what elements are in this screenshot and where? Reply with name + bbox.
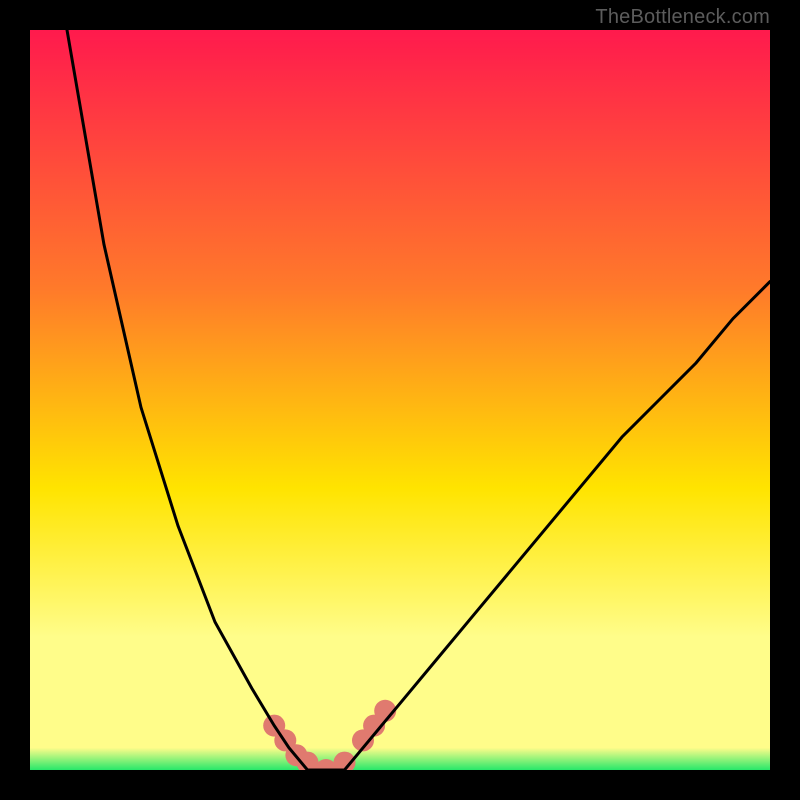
chart-svg bbox=[30, 30, 770, 770]
outer-frame: TheBottleneck.com bbox=[0, 0, 800, 800]
plot-area bbox=[30, 30, 770, 770]
attribution-label: TheBottleneck.com bbox=[595, 6, 770, 29]
